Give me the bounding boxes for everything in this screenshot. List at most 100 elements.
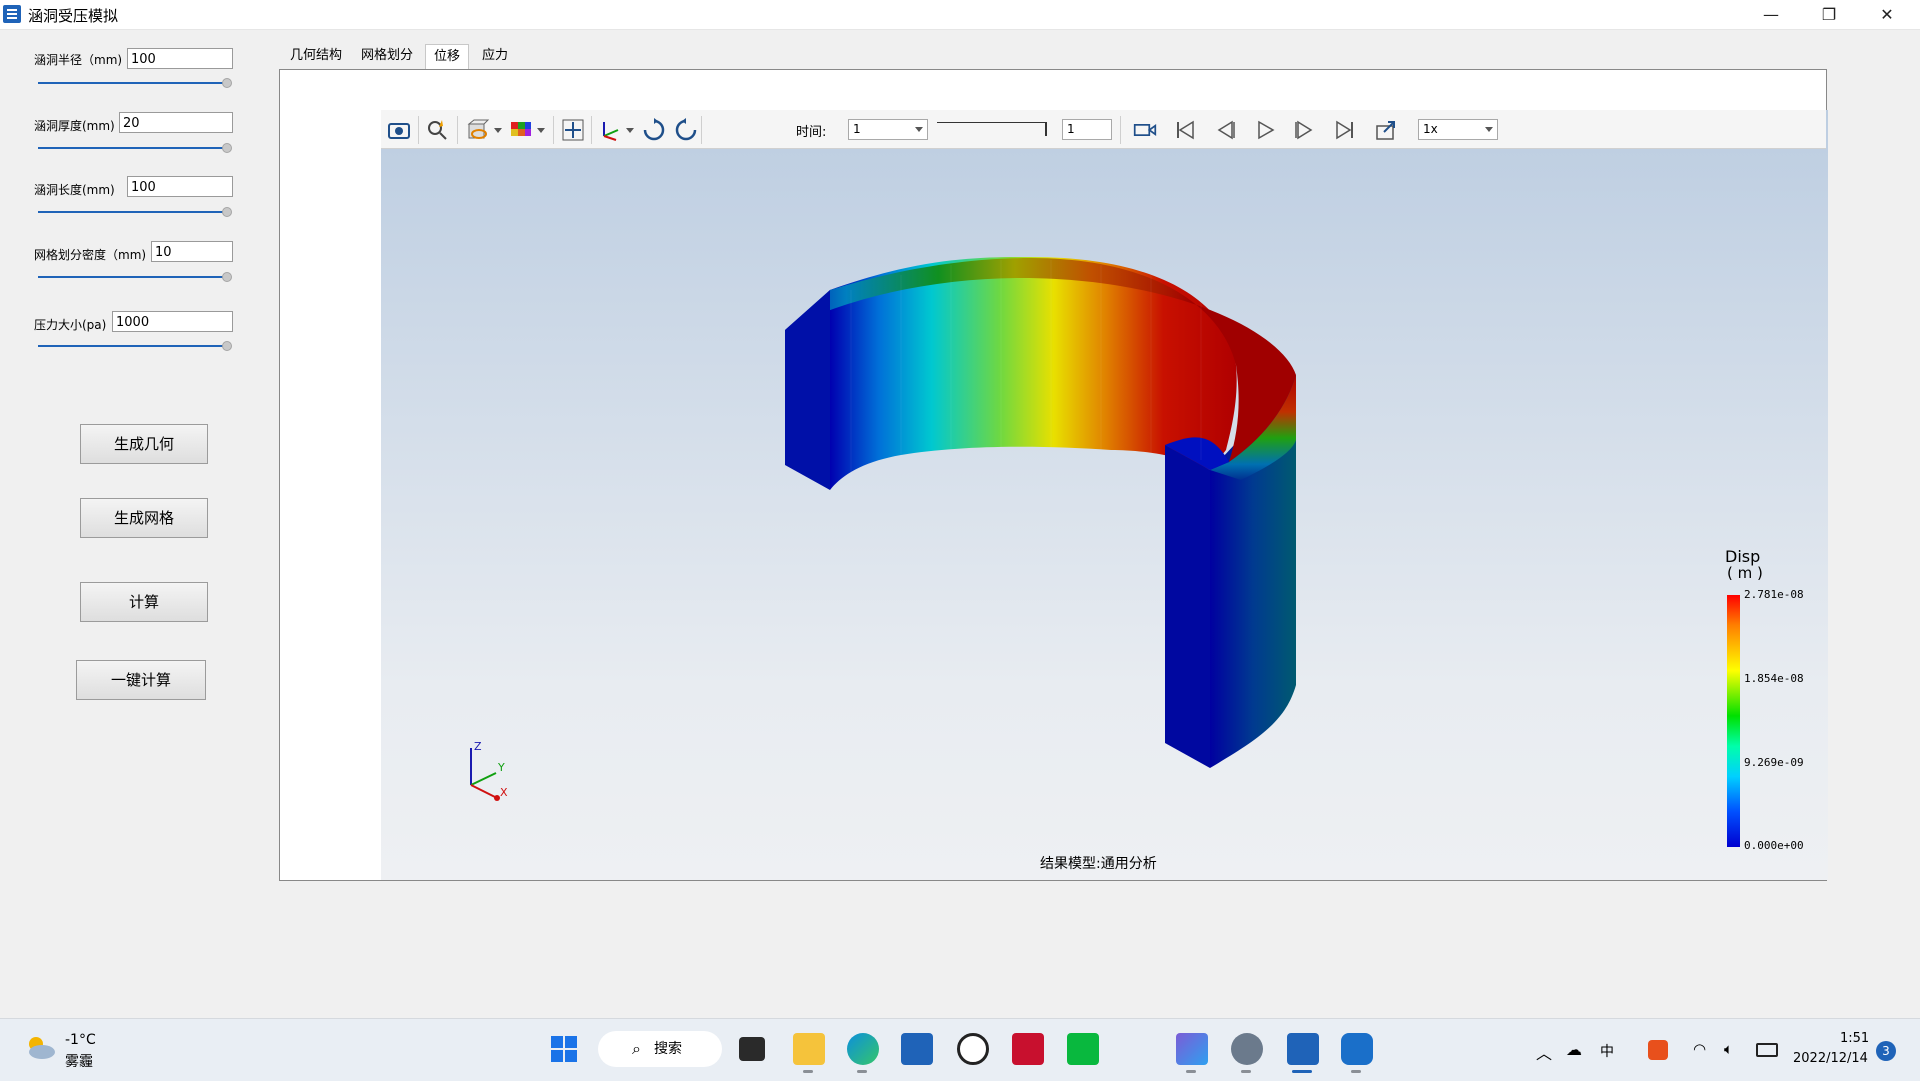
legend-tick-min: 0.000e+00 (1744, 839, 1804, 852)
mesh-density-slider-thumb[interactable] (222, 272, 232, 282)
minimize-button[interactable]: — (1742, 0, 1800, 29)
export-icon[interactable] (1374, 118, 1398, 142)
tab-geometry[interactable]: 几何结构 (282, 44, 350, 68)
weather-icon (29, 1037, 55, 1059)
photos-icon[interactable] (1176, 1033, 1208, 1065)
pressure-slider-thumb[interactable] (222, 341, 232, 351)
generate-mesh-button[interactable]: 生成网格 (80, 498, 208, 538)
culvert-app-icon[interactable] (1287, 1033, 1319, 1065)
dell-icon[interactable] (957, 1033, 989, 1065)
window-title: 涵洞受压模拟 (28, 7, 119, 25)
volume-icon[interactable]: 🔈︎ (1724, 1040, 1733, 1058)
close-button[interactable]: ✕ (1858, 0, 1916, 29)
timeline-slider[interactable] (937, 122, 1047, 123)
culvert-model (785, 257, 1296, 768)
viewer-toolbar: 时间: 1 1 1x (381, 110, 1826, 149)
prev-frame-icon[interactable] (1213, 118, 1237, 142)
frame-spinner[interactable]: 1 (1062, 119, 1112, 140)
running-indicator (1186, 1070, 1196, 1073)
tray-chevron-icon[interactable]: ︿ (1536, 1040, 1552, 1064)
mcafee-icon[interactable] (1012, 1033, 1044, 1065)
mesh-density-slider-track[interactable] (38, 276, 226, 278)
3d-viewport[interactable]: Z Y X (381, 110, 1828, 880)
thickness-slider-thumb[interactable] (222, 143, 232, 153)
time-select[interactable]: 1 (848, 119, 928, 140)
file-explorer-icon[interactable] (793, 1033, 825, 1065)
timeline-slider-end[interactable] (1045, 122, 1047, 136)
ime-indicator[interactable]: 中 (1600, 1041, 1614, 1061)
fit-view-icon[interactable] (561, 118, 585, 142)
settings-icon[interactable] (1231, 1033, 1263, 1065)
pressure-slider-track[interactable] (38, 345, 226, 347)
clock-time[interactable]: 1:51 (1840, 1031, 1869, 1046)
record-icon[interactable] (1133, 118, 1157, 142)
running-indicator (1351, 1070, 1361, 1073)
generate-geometry-button[interactable]: 生成几何 (80, 424, 208, 464)
wifi-icon[interactable]: ◠ (1693, 1040, 1706, 1058)
camera-icon[interactable] (387, 118, 411, 142)
clock-date[interactable]: 2022/12/14 (1793, 1051, 1868, 1066)
legend-tick-max: 2.781e-08 (1744, 588, 1804, 601)
notification-badge[interactable]: 3 (1876, 1041, 1896, 1061)
taskbar-search[interactable]: ⌕ 搜索 (598, 1031, 722, 1067)
first-frame-icon[interactable] (1173, 118, 1197, 142)
tab-displacement[interactable]: 位移 (425, 44, 470, 69)
length-input[interactable]: 100 (127, 176, 233, 197)
length-label: 涵洞长度(mm) (34, 183, 115, 197)
axes-dropdown-icon[interactable] (626, 128, 634, 133)
radius-label: 涵洞半径（mm) (34, 53, 123, 67)
result-caption: 结果模型:通用分析 (1040, 856, 1157, 872)
one-click-compute-button[interactable]: 一键计算 (76, 660, 206, 700)
legend-unit: ( m ) (1727, 564, 1763, 582)
search-label: 搜索 (654, 1041, 682, 1057)
thickness-slider-track[interactable] (38, 147, 226, 149)
restore-button[interactable]: ❐ (1800, 0, 1858, 29)
running-indicator (857, 1070, 867, 1073)
weather-description[interactable]: 雾霾 (65, 1051, 93, 1071)
tab-stress[interactable]: 应力 (474, 44, 516, 68)
thickness-input[interactable]: 20 (119, 112, 233, 133)
mesh-density-input[interactable]: 10 (151, 241, 233, 262)
app-icon (3, 5, 21, 23)
legend-tick-3: 9.269e-09 (1744, 756, 1804, 769)
color-map-dropdown-icon[interactable] (537, 128, 545, 133)
axes-icon[interactable] (598, 118, 622, 142)
length-slider-thumb[interactable] (222, 207, 232, 217)
play-icon[interactable] (1253, 118, 1277, 142)
last-frame-icon[interactable] (1333, 118, 1357, 142)
mesh-density-label: 网格划分密度（mm) (34, 248, 147, 262)
edge-icon[interactable] (847, 1033, 879, 1065)
store-icon[interactable] (901, 1033, 933, 1065)
pressure-label: 压力大小(pa) (34, 318, 107, 332)
battery-icon[interactable] (1756, 1043, 1778, 1057)
time-label: 时间: (796, 125, 827, 140)
task-view-icon[interactable] (739, 1037, 765, 1061)
radius-slider-thumb[interactable] (222, 78, 232, 88)
radius-input[interactable]: 100 (127, 48, 233, 69)
y-axis-label: Y (497, 761, 505, 774)
wechat-icon[interactable] (1067, 1033, 1099, 1065)
next-frame-icon[interactable] (1293, 118, 1317, 142)
zoom-icon[interactable] (425, 118, 449, 142)
pressure-input[interactable]: 1000 (112, 311, 233, 332)
tab-mesh[interactable]: 网格划分 (353, 44, 421, 68)
speed-select[interactable]: 1x (1418, 119, 1498, 140)
display-mode-icon[interactable] (466, 118, 490, 142)
running-indicator (1241, 1070, 1251, 1073)
rotate-cw-icon[interactable] (642, 118, 666, 142)
compute-button[interactable]: 计算 (80, 582, 208, 622)
weather-temperature[interactable]: -1°C (65, 1032, 96, 1048)
start-icon[interactable] (548, 1033, 580, 1065)
legend-tick-2: 1.854e-08 (1744, 672, 1804, 685)
radius-slider-track[interactable] (38, 82, 226, 84)
onedrive-icon[interactable]: ☁ (1566, 1040, 1582, 1059)
rotate-ccw-icon[interactable] (674, 118, 698, 142)
active-indicator (1292, 1070, 1312, 1073)
legend-color-bar (1727, 595, 1740, 847)
title-bar: 涵洞受压模拟 — ❐ ✕ (0, 0, 1920, 30)
color-map-icon[interactable] (509, 118, 533, 142)
wps-icon[interactable] (1648, 1040, 1668, 1060)
display-mode-dropdown-icon[interactable] (494, 128, 502, 133)
length-slider-track[interactable] (38, 211, 226, 213)
simdroid-icon[interactable] (1341, 1033, 1373, 1065)
